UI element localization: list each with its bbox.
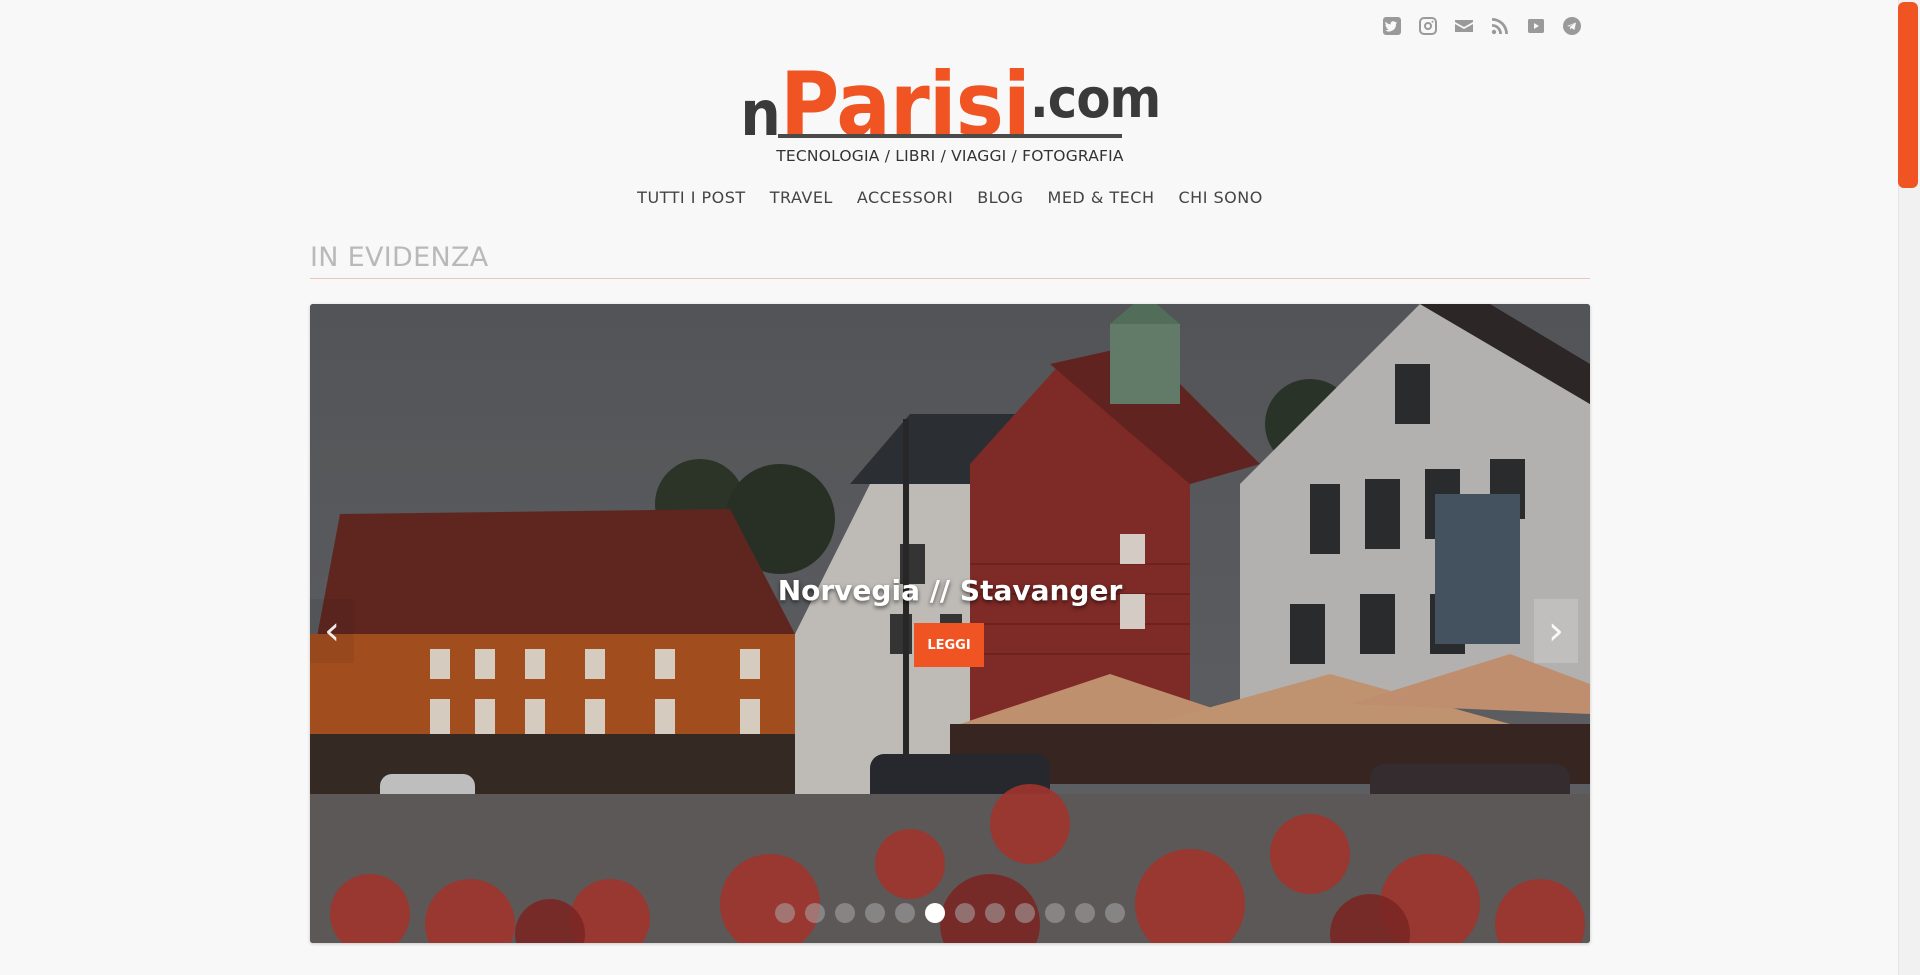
carousel-dot-1[interactable] (775, 903, 795, 923)
carousel-dot-3[interactable] (835, 903, 855, 923)
nav-item-med-tech[interactable]: MED & TECH (1048, 188, 1155, 207)
instagram-icon[interactable] (1416, 14, 1440, 38)
carousel-dot-7[interactable] (955, 903, 975, 923)
read-more-button[interactable]: LEGGI (914, 623, 984, 667)
logo-underline (778, 134, 1122, 138)
nav-item-tutti-i-post[interactable]: TUTTI I POST (637, 188, 746, 207)
featured-carousel[interactable]: Norvegia // Stavanger LEGGI ‹ › (310, 304, 1590, 943)
youtube-icon[interactable] (1524, 14, 1548, 38)
carousel-indicators (310, 903, 1590, 923)
slide-caption[interactable]: Norvegia // Stavanger (310, 574, 1590, 607)
carousel-dot-6[interactable] (925, 903, 945, 923)
nav-item-chi-sono[interactable]: CHI SONO (1178, 188, 1262, 207)
carousel-dot-2[interactable] (805, 903, 825, 923)
page-scrollbar[interactable] (1898, 0, 1920, 975)
logo-suffix: .com (1029, 67, 1161, 130)
site-tagline: TECNOLOGIA / LIBRI / VIAGGI / FOTOGRAFIA (776, 147, 1124, 165)
carousel-prev-button[interactable]: ‹ (310, 599, 354, 663)
carousel-dot-10[interactable] (1045, 903, 1065, 923)
nav-item-travel[interactable]: TRAVEL (770, 188, 833, 207)
site-logo[interactable]: nParisi.com (0, 56, 1900, 157)
carousel-next-button[interactable]: › (1534, 599, 1578, 663)
carousel-dot-5[interactable] (895, 903, 915, 923)
carousel-dot-4[interactable] (865, 903, 885, 923)
main-nav: TUTTI I POST TRAVEL ACCESSORI BLOG MED &… (0, 188, 1900, 207)
telegram-icon[interactable] (1560, 14, 1584, 38)
carousel-dot-11[interactable] (1075, 903, 1095, 923)
logo-main-text: Parisi (779, 53, 1031, 156)
twitter-icon[interactable] (1380, 14, 1404, 38)
social-links (1380, 14, 1584, 38)
section-title: IN EVIDENZA (310, 242, 489, 273)
email-icon[interactable] (1452, 14, 1476, 38)
carousel-dot-9[interactable] (1015, 903, 1035, 923)
carousel-dot-12[interactable] (1105, 903, 1125, 923)
nav-item-accessori[interactable]: ACCESSORI (857, 188, 953, 207)
scrollbar-thumb[interactable] (1898, 2, 1918, 188)
nav-item-blog[interactable]: BLOG (977, 188, 1023, 207)
logo-prefix: n (739, 77, 781, 150)
carousel-dot-8[interactable] (985, 903, 1005, 923)
rss-icon[interactable] (1488, 14, 1512, 38)
section-divider (310, 278, 1590, 279)
